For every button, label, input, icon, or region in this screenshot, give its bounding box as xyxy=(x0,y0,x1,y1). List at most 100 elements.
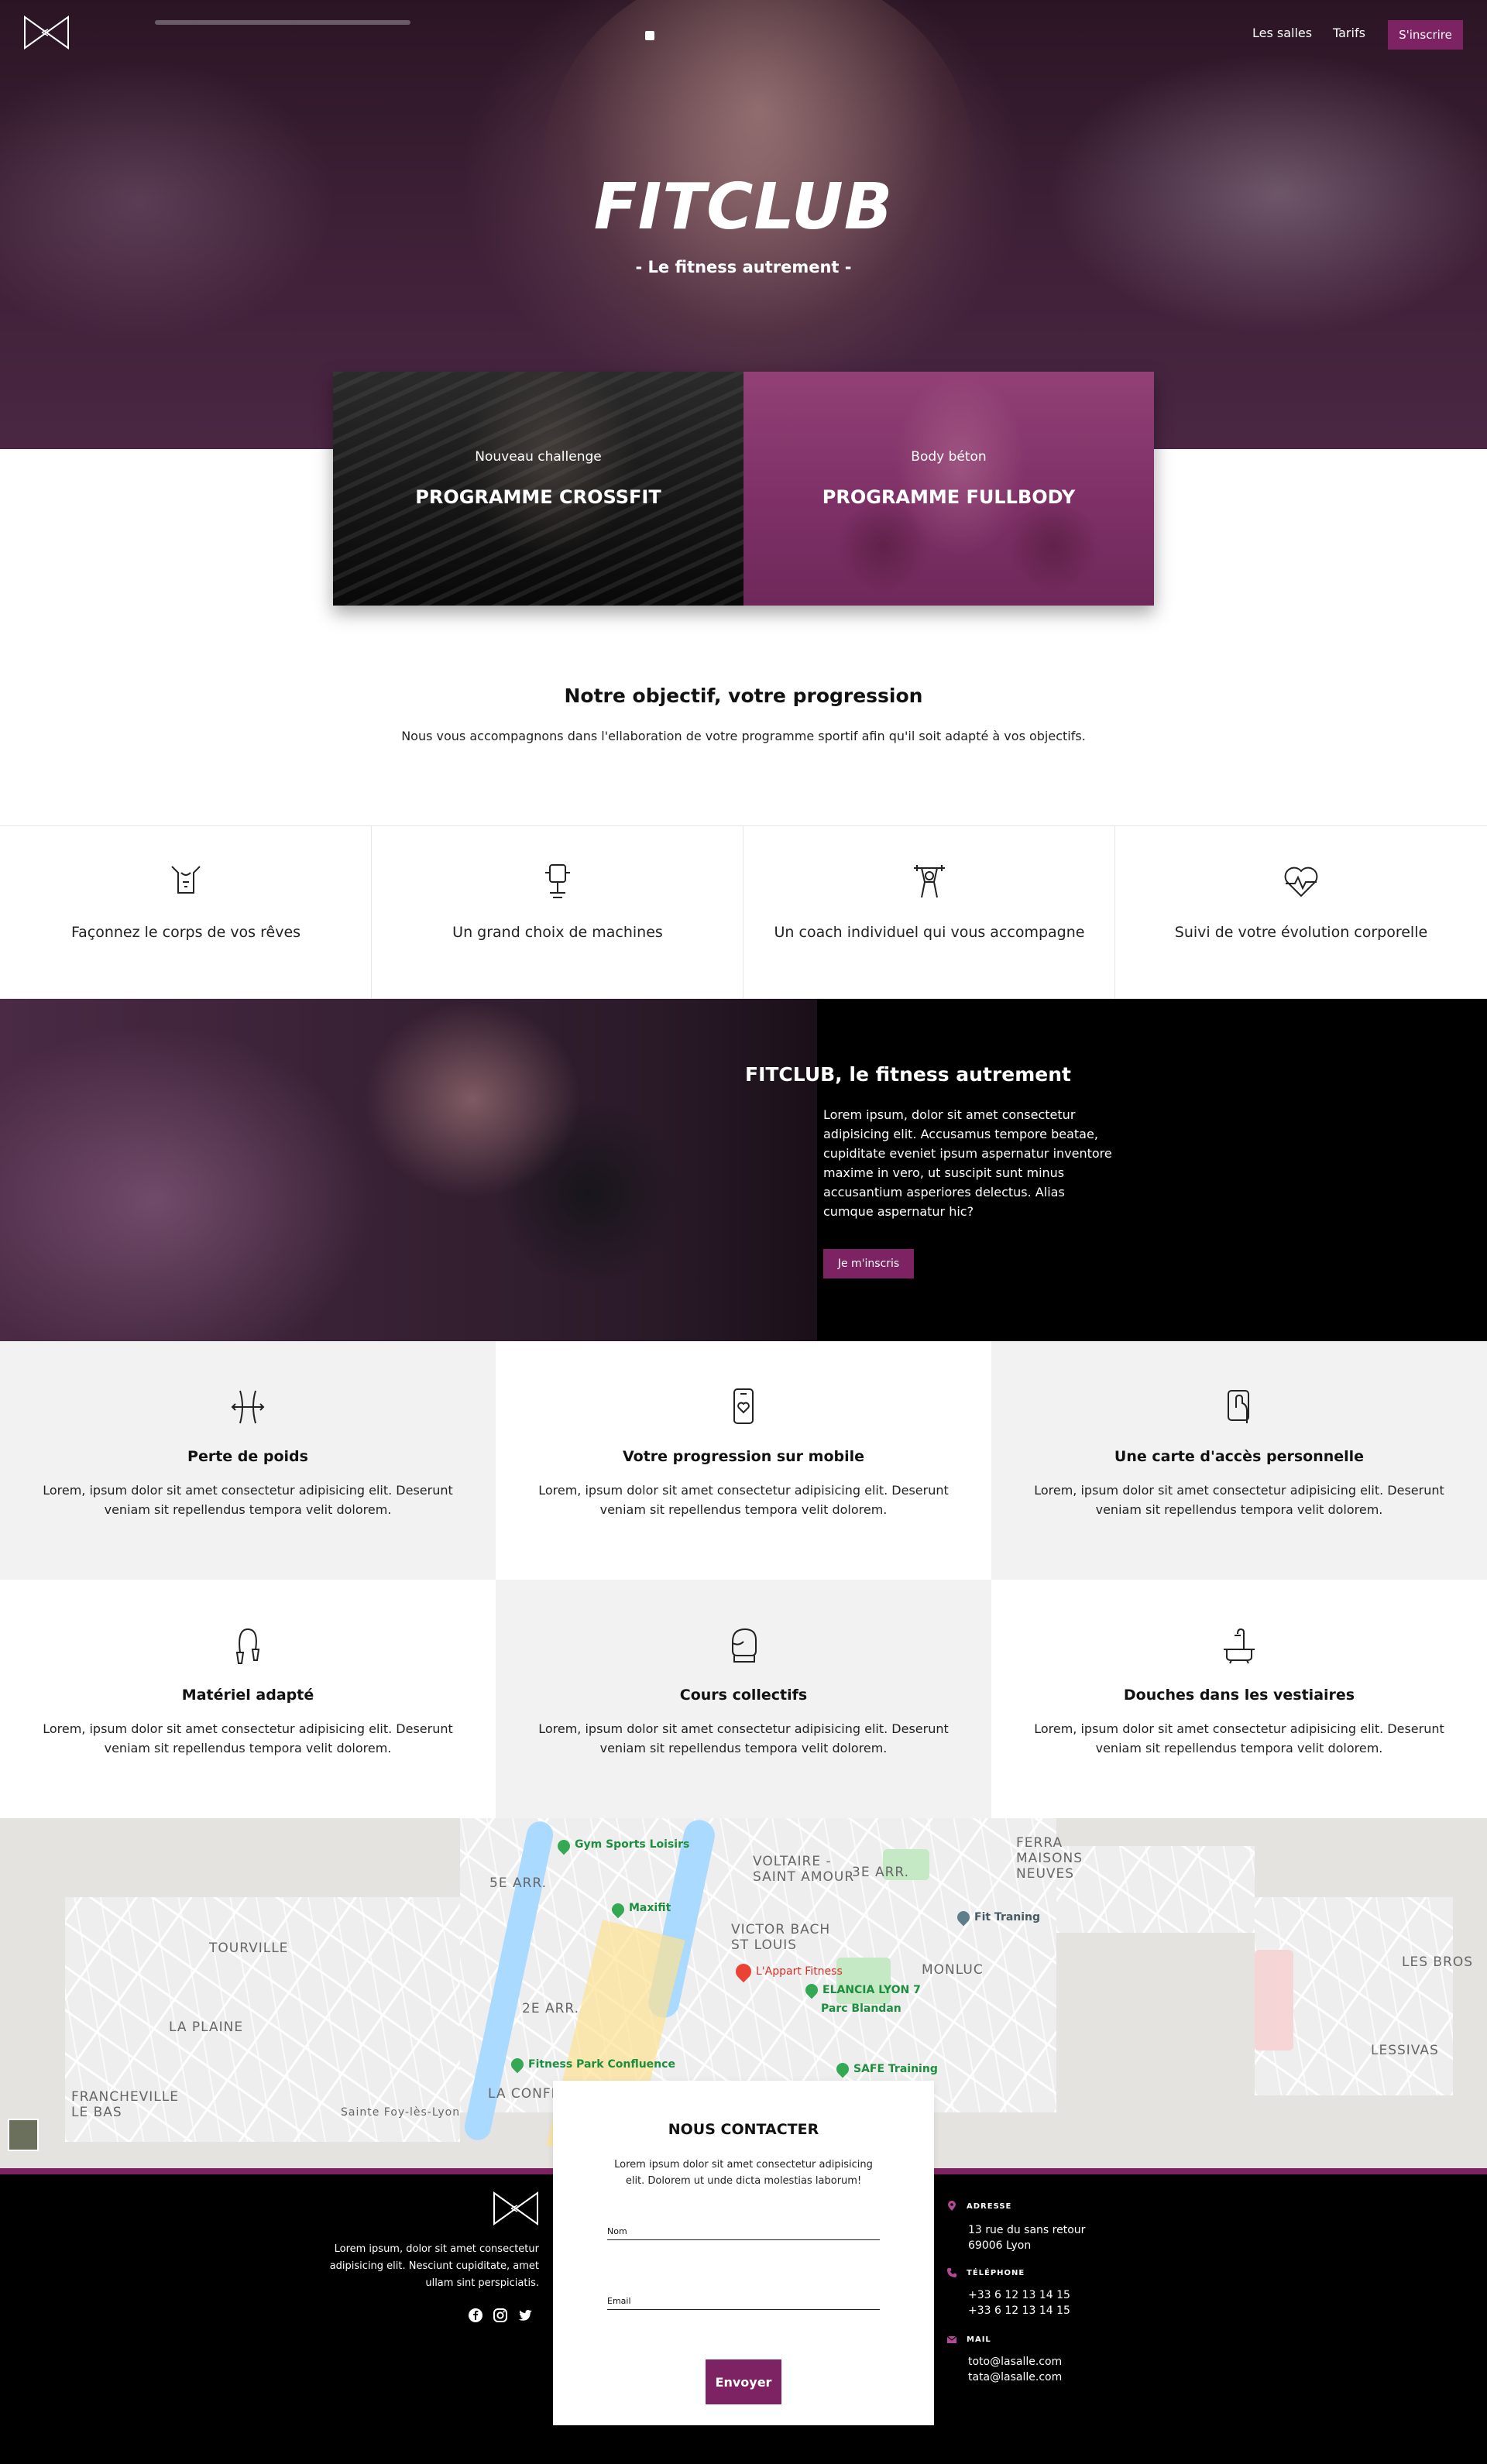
instagram-icon[interactable] xyxy=(493,2308,508,2323)
feature-label: Façonnez le corps de vos rêves xyxy=(70,924,301,941)
machine-icon xyxy=(545,864,570,898)
program-card-kicker: Nouveau challenge xyxy=(475,449,602,465)
location-pin-icon xyxy=(948,2201,956,2211)
phone-number[interactable]: +33 6 12 13 14 15 xyxy=(968,2287,1070,2303)
hero-subtitle: - Le fitness autrement - xyxy=(635,258,852,276)
map-poi[interactable]: ELANCIA LYON 7 xyxy=(822,1984,921,1996)
map-label: ST LOUIS xyxy=(731,1937,798,1953)
map-satellite-toggle[interactable] xyxy=(8,2119,39,2151)
footer-about-text: Lorem ipsum, dolor sit amet consectetur … xyxy=(329,2243,539,2289)
twitter-icon[interactable] xyxy=(517,2308,533,2323)
mail-address[interactable]: tata@lasalle.com xyxy=(968,2370,1062,2385)
service-card: Perte de poids Lorem, ipsum dolor sit am… xyxy=(0,1341,496,1580)
contact-form: NOUS CONTACTER Lorem ipsum dolor sit ame… xyxy=(553,2081,934,2425)
service-text: Lorem, ipsum dolor sit amet consectetur … xyxy=(43,1721,453,1755)
map-label: 5E ARR. xyxy=(489,1875,548,1891)
promo-text: Lorem ipsum, dolor sit amet consectetur … xyxy=(823,1107,1112,1219)
map-label: LE BAS xyxy=(71,2105,122,2120)
phone-number[interactable]: +33 6 12 13 14 15 xyxy=(968,2303,1070,2318)
map-label: Sainte Foy-lès-Lyon xyxy=(341,2106,461,2119)
shower-icon xyxy=(1224,1628,1255,1664)
service-text: Lorem, ipsum dolor sit amet consectetur … xyxy=(1034,1721,1444,1755)
mail-label: MAIL xyxy=(967,2335,991,2344)
promo-section: FITCLUB, le fitness autrement Lorem ipsu… xyxy=(0,999,1487,1341)
address-line: 13 rue du sans retour xyxy=(968,2224,1086,2236)
nav-link-tarifs[interactable]: Tarifs xyxy=(1333,26,1365,40)
feature-label: Un coach individuel qui vous accompagne xyxy=(774,924,1085,941)
map-label: NEUVES xyxy=(1016,1866,1075,1882)
map-label: 2E ARR. xyxy=(522,2001,580,2016)
contact-title: NOUS CONTACTER xyxy=(668,2121,819,2138)
hero-photo-bar xyxy=(155,20,410,25)
service-text: Lorem, ipsum dolor sit amet consectetur … xyxy=(538,1483,949,1517)
email-field[interactable] xyxy=(607,2293,880,2310)
map-label: 3E ARR. xyxy=(852,1865,910,1880)
mail-address[interactable]: toto@lasalle.com xyxy=(968,2354,1062,2370)
hero-title: FITCLUB xyxy=(593,170,894,244)
map-poi[interactable]: SAFE Training xyxy=(853,2063,938,2075)
map-label: TOURVILLE xyxy=(209,1941,289,1956)
map-tile xyxy=(65,1897,460,2142)
map-label: SAINT AMOUR xyxy=(753,1869,855,1885)
feature-item: Suivi de votre évolution corporelle xyxy=(1115,826,1487,998)
name-field[interactable] xyxy=(607,2223,880,2240)
feature-item: Un grand choix de machines xyxy=(372,826,744,998)
map-hospital-area xyxy=(1255,1950,1293,2050)
service-text: Lorem, ipsum dolor sit amet consectetur … xyxy=(538,1721,949,1755)
map-label: MAISONS xyxy=(1016,1851,1083,1866)
service-card: Douches dans les vestiaires Lorem, ipsum… xyxy=(991,1580,1487,1818)
feature-label: Suivi de votre évolution corporelle xyxy=(1174,924,1428,941)
address-label: ADRESSE xyxy=(967,2202,1012,2211)
map-label: LA PLAINE xyxy=(169,2020,244,2035)
service-title: Matériel adapté xyxy=(181,1687,314,1704)
nav-link-salles[interactable]: Les salles xyxy=(1252,26,1312,40)
service-title: Douches dans les vestiaires xyxy=(1123,1687,1355,1704)
mobile-icon xyxy=(733,1388,754,1424)
waist-icon xyxy=(231,1390,265,1424)
mail-icon xyxy=(946,2335,957,2343)
program-card-title: PROGRAMME FULLBODY xyxy=(822,486,1076,508)
map-poi[interactable]: Fitness Park Confluence xyxy=(528,2058,675,2071)
map-label: VICTOR BACH xyxy=(731,1922,831,1937)
map-label: MONLUC xyxy=(922,1962,984,1978)
program-card-crossfit[interactable]: Nouveau challenge PROGRAMME CROSSFIT xyxy=(333,372,744,606)
body-icon xyxy=(171,866,201,894)
features-row: Façonnez le corps de vos rêves Un grand … xyxy=(0,825,1487,999)
nav-menu-dot-icon[interactable] xyxy=(645,31,654,40)
feature-label: Un grand choix de machines xyxy=(452,924,663,941)
map-poi[interactable]: Gym Sports Loisirs xyxy=(575,1838,689,1851)
service-card: Cours collectifs Lorem, ipsum dolor sit … xyxy=(496,1580,991,1818)
service-title: Une carte d'accès personnelle xyxy=(1114,1448,1365,1465)
map-label: VOLTAIRE - xyxy=(753,1854,832,1869)
map-tile xyxy=(1056,1846,1255,1933)
service-title: Votre progression sur mobile xyxy=(622,1448,865,1465)
address-line: 69006 Lyon xyxy=(968,2239,1032,2252)
map-label: LESSIVAS xyxy=(1371,2043,1439,2058)
nav-signup-button[interactable]: S'inscrire xyxy=(1388,20,1463,50)
coach-icon xyxy=(914,865,945,898)
send-button[interactable]: Envoyer xyxy=(706,2359,781,2404)
facebook-icon[interactable] xyxy=(468,2308,483,2323)
map-label: LES BROS xyxy=(1402,1954,1474,1970)
phone-icon xyxy=(947,2268,956,2277)
logo-icon[interactable] xyxy=(22,14,71,51)
promo-title: FITCLUB, le fitness autrement xyxy=(745,1063,1071,1086)
service-card: Votre progression sur mobile Lorem, ipsu… xyxy=(496,1341,991,1580)
map-poi[interactable]: L'Appart Fitness xyxy=(756,1965,843,1978)
objective-title: Notre objectif, votre progression xyxy=(564,685,923,707)
map-poi[interactable]: Fit Traning xyxy=(974,1911,1040,1923)
map-poi[interactable]: Parc Blandan xyxy=(821,2002,901,2015)
map-label: FRANCHEVILLE xyxy=(71,2089,179,2105)
boxing-glove-icon xyxy=(732,1628,757,1663)
map-label: FERRA xyxy=(1016,1835,1063,1851)
objective-text: Nous vous accompagnons dans l'ellaborati… xyxy=(401,729,1086,743)
service-text: Lorem, ipsum dolor sit amet consectetur … xyxy=(43,1483,453,1517)
footer-logo-icon[interactable] xyxy=(491,2190,541,2227)
service-text: Lorem, ipsum dolor sit amet consectetur … xyxy=(1034,1483,1444,1517)
program-card-fullbody[interactable]: Body béton PROGRAMME FULLBODY xyxy=(744,372,1154,606)
program-card-kicker: Body béton xyxy=(911,449,987,465)
map-poi[interactable]: Maxifit xyxy=(629,1902,671,1914)
promo-signup-button[interactable]: Je m'inscris xyxy=(823,1249,914,1278)
service-card: Matériel adapté Lorem, ipsum dolor sit a… xyxy=(0,1580,496,1818)
promo-photo xyxy=(0,999,817,1341)
